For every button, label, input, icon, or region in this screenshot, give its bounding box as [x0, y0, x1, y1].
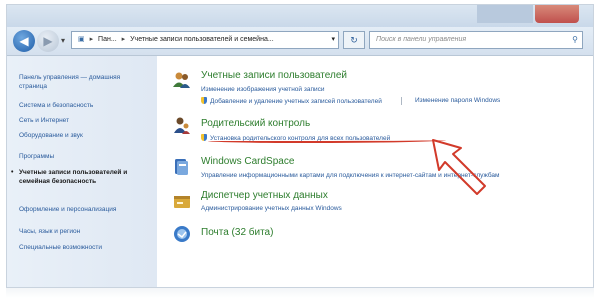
maximize-button[interactable]	[505, 5, 533, 23]
admin-shield-icon	[201, 134, 207, 141]
back-button[interactable]: ◀	[13, 30, 35, 52]
link-add-remove-accounts[interactable]: Добавление и удаление учетных записей по…	[201, 97, 382, 105]
user-accounts-icon[interactable]	[172, 70, 192, 90]
annotation-arrow-icon	[432, 139, 486, 195]
current-item-bullet: •	[11, 169, 14, 176]
link-change-password[interactable]: Изменение пароля Windows	[415, 97, 500, 104]
category-title-parental-control[interactable]: Родительский контроль	[201, 118, 310, 129]
sidebar-item-user-accounts: • Учетные записи пользователей и семейна…	[11, 169, 149, 186]
close-button[interactable]	[535, 5, 579, 23]
admin-shield-icon	[201, 97, 207, 104]
category-title-credential-manager[interactable]: Диспетчер учетных данных	[201, 190, 328, 201]
category-title-user-accounts[interactable]: Учетные записи пользователей	[201, 70, 347, 81]
search-placeholder: Поиск в панели управления	[376, 36, 467, 43]
address-bar[interactable]: ▣ ▸ Пан... ▸ Учетные записи пользователе…	[71, 31, 339, 49]
sidebar-item-accessibility[interactable]: Специальные возможности	[19, 244, 149, 253]
breadcrumb-control-panel[interactable]: Пан...	[98, 36, 117, 43]
sidebar-item-programs[interactable]: Программы	[19, 153, 149, 162]
sidebar-item-clock-region[interactable]: Часы, язык и регион	[19, 228, 149, 237]
mail-icon[interactable]	[172, 224, 192, 244]
category-title-mail[interactable]: Почта (32 бита)	[201, 227, 273, 238]
address-separator: ▸	[121, 36, 126, 43]
refresh-button[interactable]: ↻	[343, 31, 365, 49]
control-panel-icon: ▣	[78, 36, 85, 43]
navigation-toolbar: ◀ ▶ ▾ ▣ ▸ Пан... ▸ Учетные записи пользо…	[7, 27, 593, 56]
link-divider	[401, 97, 402, 105]
link-text: Добавление и удаление учетных записей по…	[210, 98, 382, 105]
sidebar: Панель управления — домашняя страница Си…	[7, 56, 157, 287]
minimize-button[interactable]	[477, 5, 505, 23]
credential-manager-icon[interactable]	[172, 191, 192, 211]
main-content: Учетные записи пользователей Изменение и…	[157, 56, 593, 287]
cardspace-icon[interactable]	[172, 157, 192, 177]
search-input[interactable]: Поиск в панели управления ⚲	[369, 31, 583, 49]
address-separator: ▸	[89, 36, 94, 43]
forward-button[interactable]: ▶	[37, 30, 59, 52]
search-icon[interactable]: ⚲	[572, 32, 578, 48]
recent-pages-dropdown[interactable]: ▾	[61, 36, 65, 45]
sidebar-item-network[interactable]: Сеть и Интернет	[19, 117, 149, 126]
sidebar-item-system-security[interactable]: Система и безопасность	[19, 102, 149, 111]
breadcrumb-user-accounts[interactable]: Учетные записи пользователей и семейна..…	[130, 36, 274, 43]
sidebar-item-label: Учетные записи пользователей и семейная …	[19, 169, 128, 185]
sidebar-item-hardware[interactable]: Оборудование и звук	[19, 132, 149, 141]
parental-control-icon[interactable]	[172, 116, 192, 136]
category-title-cardspace[interactable]: Windows CardSpace	[201, 156, 294, 167]
bottom-edge	[6, 288, 594, 298]
link-change-picture[interactable]: Изменение изображения учетной записи	[201, 86, 324, 93]
sidebar-item-appearance[interactable]: Оформление и персонализация	[19, 206, 149, 215]
control-panel-window: ◀ ▶ ▾ ▣ ▸ Пан... ▸ Учетные записи пользо…	[6, 4, 594, 288]
link-manage-credentials[interactable]: Администрирование учетных данных Windows	[201, 205, 342, 212]
sidebar-item-home[interactable]: Панель управления — домашняя страница	[19, 74, 149, 91]
address-dropdown-icon[interactable]: ▾	[331, 32, 335, 48]
